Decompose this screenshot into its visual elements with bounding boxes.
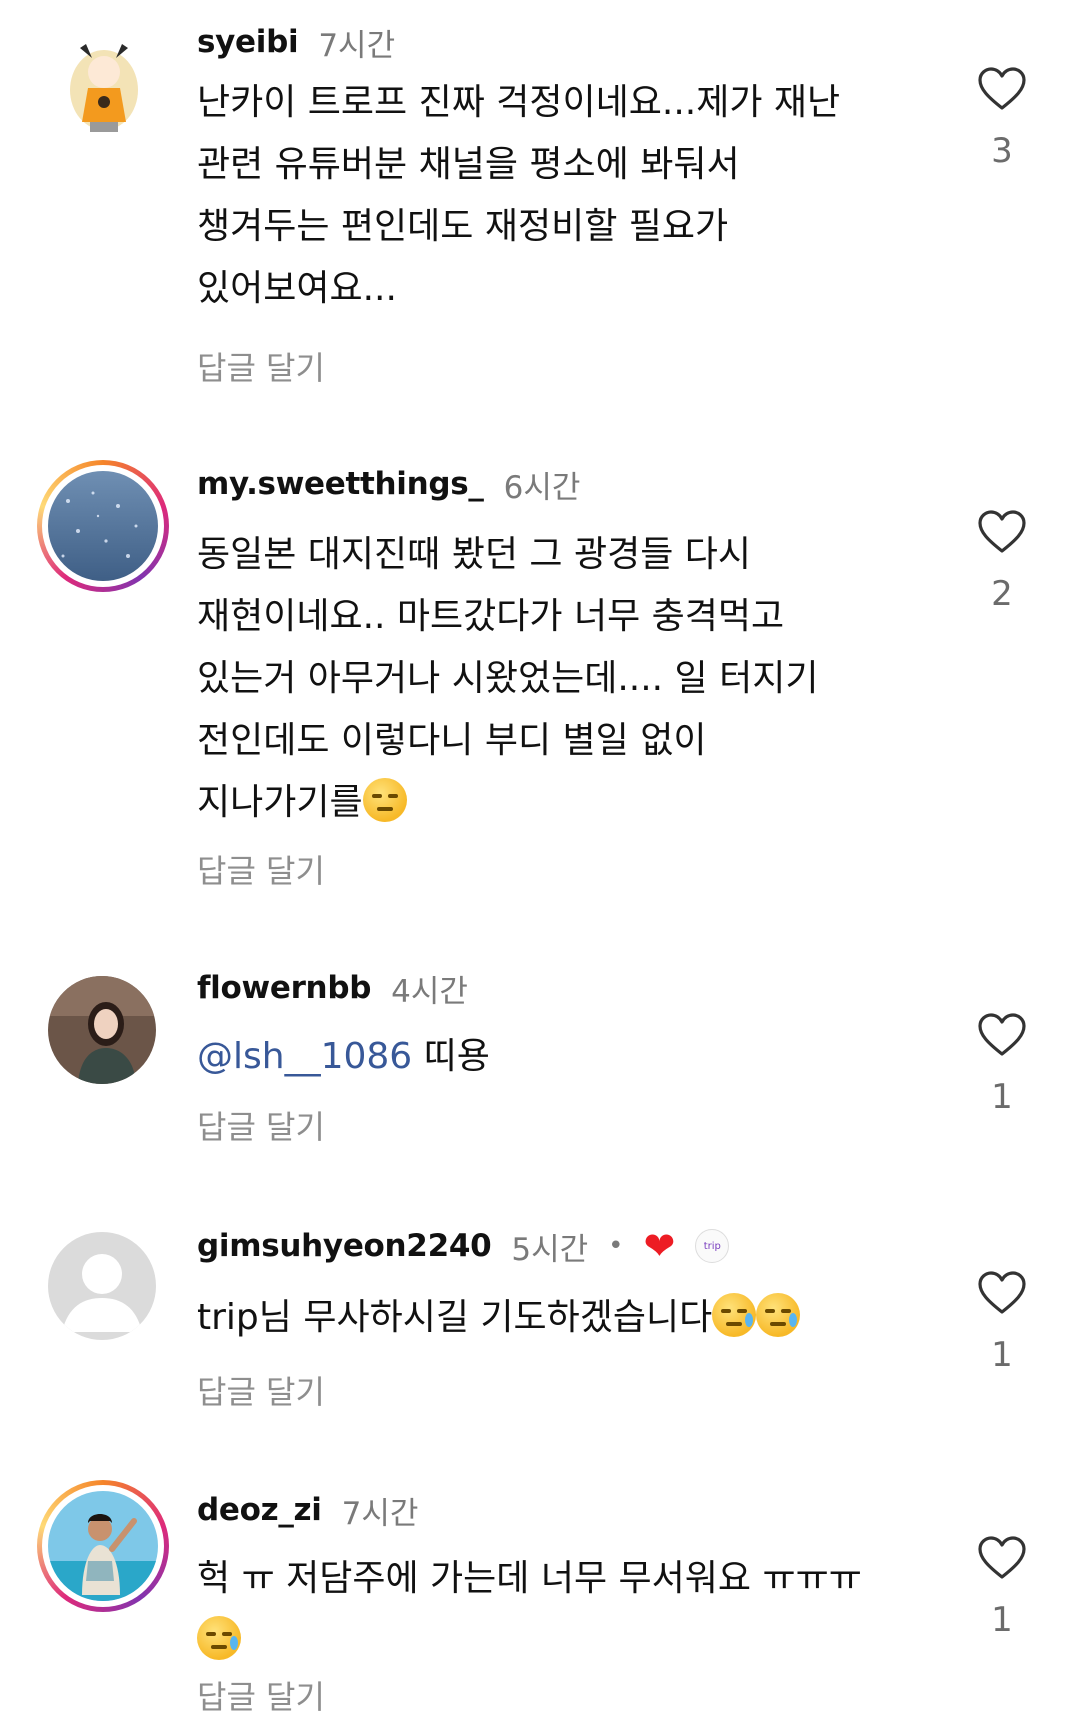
comment-username[interactable]: gimsuhyeon2240 xyxy=(197,1228,492,1264)
user-avatar[interactable] xyxy=(48,976,156,1084)
reply-button[interactable]: 답글 달기 xyxy=(197,1102,325,1148)
pensive-face-emoji-icon xyxy=(362,778,407,822)
like-count: 1 xyxy=(991,1077,1013,1117)
comment-text-line: 지나가기를 xyxy=(197,772,937,834)
comment-username[interactable]: my.sweetthings_ xyxy=(197,466,484,502)
comment-timestamp: 4시간 xyxy=(391,973,468,1010)
like-count: 2 xyxy=(991,574,1013,614)
like-count: 3 xyxy=(991,131,1013,171)
comment-timestamp: 7시간 xyxy=(341,1495,419,1532)
default-user-avatar-icon xyxy=(48,1232,156,1340)
heart-outline-icon xyxy=(978,1536,1026,1579)
comment-text-line: 헉 ㅠ 저담주에 가는데 너무 무서워요 ㅠㅠㅠ xyxy=(197,1558,862,1599)
comment-text-tail: 띠용 xyxy=(412,1036,490,1077)
comment-text-line: 관련 유튜버분 채널을 평소에 봐둬서 xyxy=(197,144,740,185)
like-button[interactable]: 1 xyxy=(975,1536,1029,1640)
comment-text: @lsh__1086 띠용 xyxy=(197,1026,937,1088)
user-avatar[interactable] xyxy=(37,1480,169,1612)
crying-face-emoji-icon xyxy=(197,1616,241,1660)
comment-text-line: 있어보여요... xyxy=(197,268,397,309)
sea-water-avatar-icon xyxy=(48,471,158,581)
heart-outline-icon xyxy=(978,1271,1026,1314)
comment-text-line: 있는거 아무거나 시왔었는데.... 일 터지기 xyxy=(197,658,819,699)
crying-face-emoji-icon xyxy=(712,1293,757,1337)
comment-text: 동일본 대지진때 봤던 그 광경들 다시 재현이네요.. 마트갔다가 너무 충격… xyxy=(197,524,937,834)
comment-text: trip님 무사하시길 기도하겠습니다 xyxy=(197,1287,937,1349)
reply-button[interactable]: 답글 달기 xyxy=(197,1367,325,1413)
beach-woman-avatar-icon xyxy=(48,1491,158,1601)
comment-username[interactable]: flowernbb xyxy=(197,970,371,1006)
woman-portrait-avatar-icon xyxy=(48,976,156,1084)
like-button[interactable]: 3 xyxy=(975,67,1029,171)
comment-text-line: 전인데도 이렇다니 부디 별일 없이 xyxy=(197,720,707,761)
comment-text-line: 난카이 트로프 진짜 걱정이네요...제가 재난 xyxy=(197,82,841,123)
comment-text-line: 챙겨두는 편인데도 재정비할 필요가 xyxy=(197,206,729,247)
creator-liked-heart-icon: ❤ xyxy=(643,1224,676,1268)
heart-outline-icon xyxy=(978,1013,1026,1056)
crying-face-emoji-icon xyxy=(756,1293,801,1337)
user-avatar[interactable] xyxy=(50,30,158,138)
heart-outline-icon xyxy=(978,510,1026,553)
anime-character-avatar-icon xyxy=(50,30,158,138)
comment-username[interactable]: deoz_zi xyxy=(197,1492,322,1528)
comment-timestamp: 6시간 xyxy=(503,469,581,506)
comment-timestamp: 5시간 xyxy=(511,1231,589,1268)
creator-avatar: trip xyxy=(695,1229,730,1263)
comment-text-line: 재현이네요.. 마트갔다가 너무 충격먹고 xyxy=(197,596,785,637)
reply-button[interactable]: 답글 달기 xyxy=(197,1672,325,1718)
comment-text-line xyxy=(197,1610,937,1672)
comment-text-line: 동일본 대지진때 봤던 그 광경들 다시 xyxy=(197,534,752,575)
like-button[interactable]: 2 xyxy=(975,510,1029,614)
reply-button[interactable]: 답글 달기 xyxy=(197,343,325,389)
comment-username[interactable]: syeibi xyxy=(197,24,299,60)
comment-timestamp: 7시간 xyxy=(318,27,396,64)
comment-text: 헉 ㅠ 저담주에 가는데 너무 무서워요 ㅠㅠㅠ xyxy=(197,1548,937,1672)
like-button[interactable]: 1 xyxy=(975,1013,1029,1117)
heart-outline-icon xyxy=(978,67,1026,110)
mention-link[interactable]: @lsh__1086 xyxy=(197,1036,412,1077)
like-count: 1 xyxy=(991,1600,1013,1640)
user-avatar[interactable] xyxy=(37,460,169,592)
user-avatar[interactable] xyxy=(48,1232,156,1340)
like-button[interactable]: 1 xyxy=(975,1271,1029,1375)
like-count: 1 xyxy=(991,1335,1013,1375)
comment-text: 난카이 트로프 진짜 걱정이네요...제가 재난 관련 유튜버분 채널을 평소에… xyxy=(197,72,937,320)
reply-button[interactable]: 답글 달기 xyxy=(197,846,325,892)
separator-dot: • xyxy=(608,1231,624,1261)
